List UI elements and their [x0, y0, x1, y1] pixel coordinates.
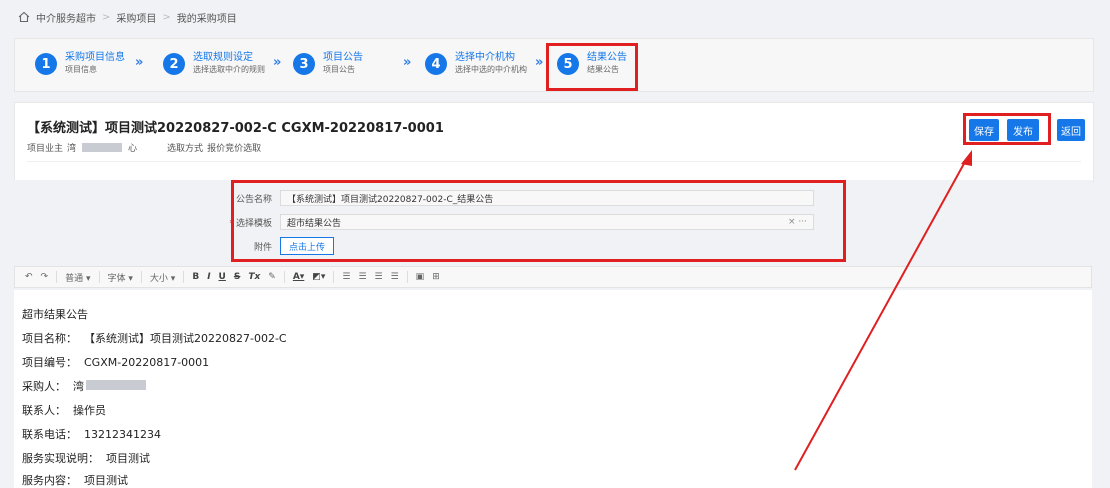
annotation-arrow — [794, 150, 972, 471]
